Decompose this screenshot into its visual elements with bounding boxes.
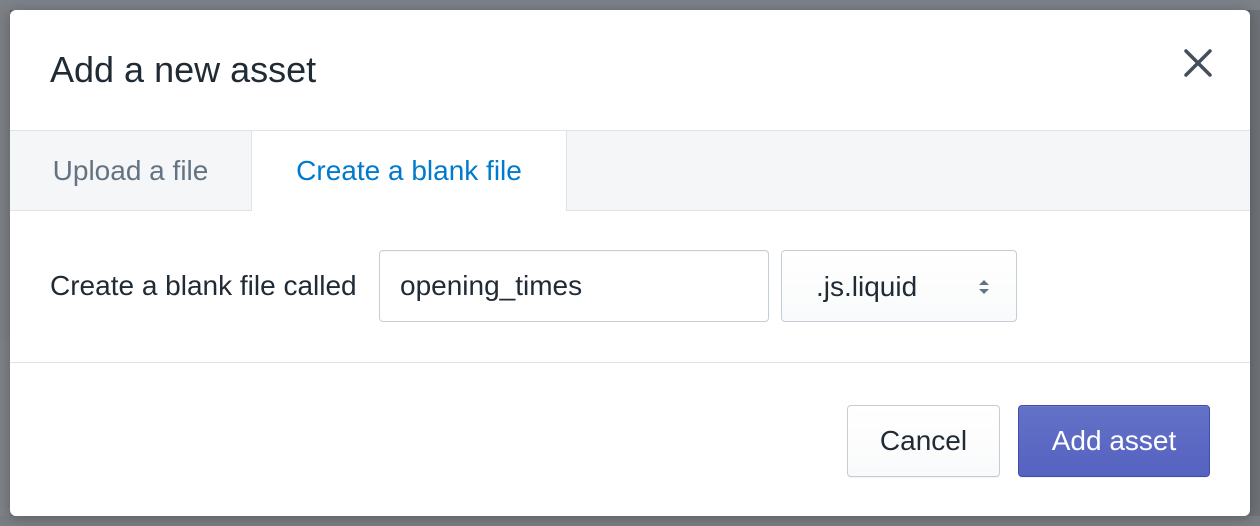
modal-body: Create a blank file called .js.liquid: [10, 210, 1250, 362]
filename-label: Create a blank file called: [50, 270, 357, 301]
close-icon: [1184, 49, 1212, 77]
background-bottom: [0, 516, 1260, 526]
tab-bar: Upload a file Create a blank file: [10, 130, 1250, 211]
select-arrows-icon: [979, 280, 989, 294]
modal-header: Add a new asset: [10, 10, 1250, 130]
background-left-sidebar: [0, 340, 10, 526]
tab-upload-file[interactable]: Upload a file: [10, 131, 252, 210]
add-asset-modal: Add a new asset Upload a file Create a b…: [10, 10, 1250, 516]
cancel-button[interactable]: Cancel: [847, 405, 1000, 477]
modal-title: Add a new asset: [50, 49, 317, 90]
background-right-panel: [1250, 10, 1260, 526]
extension-select-value: .js.liquid: [816, 271, 918, 302]
extension-select[interactable]: .js.liquid: [781, 250, 1017, 322]
close-button[interactable]: [1176, 44, 1220, 88]
filename-input[interactable]: [379, 250, 769, 322]
modal-footer: Cancel Add asset: [10, 362, 1250, 516]
add-asset-button[interactable]: Add asset: [1018, 405, 1210, 477]
tab-create-blank-file[interactable]: Create a blank file: [252, 131, 567, 211]
